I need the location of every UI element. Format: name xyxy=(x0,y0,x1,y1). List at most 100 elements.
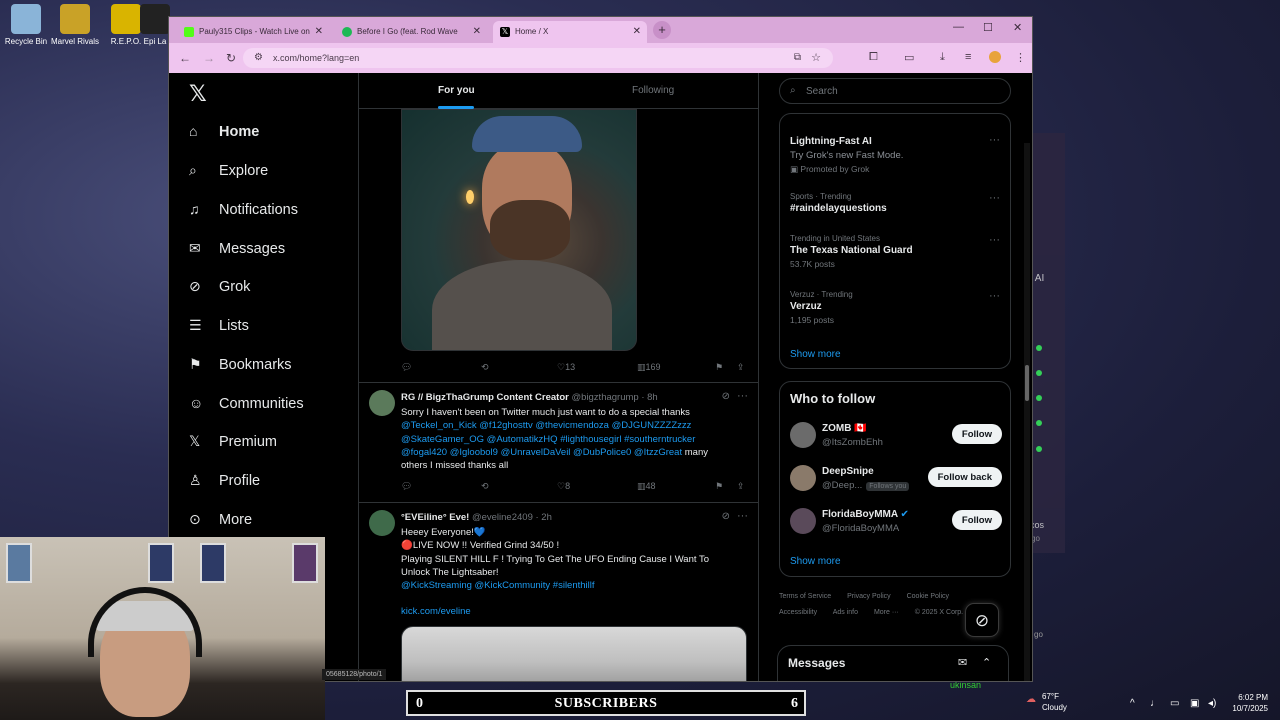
avatar[interactable] xyxy=(790,508,816,534)
tab-search-icon[interactable]: ▭ xyxy=(904,51,914,64)
promoted-icon: ▣ xyxy=(790,164,799,174)
bookmark-icon[interactable]: ⚑ xyxy=(715,481,723,492)
desktop-icon-marvel-rivals[interactable]: Marvel Rivals xyxy=(47,4,103,46)
views-button[interactable]: ▥ 48 xyxy=(637,481,656,492)
compose-message-icon[interactable]: ✉ xyxy=(958,656,967,669)
clock[interactable]: 6:02 PM 10/7/2025 xyxy=(1232,692,1268,714)
more-icon[interactable]: ··· xyxy=(737,510,748,522)
avatar[interactable] xyxy=(790,465,816,491)
forward-icon[interactable]: → xyxy=(203,51,215,65)
x-logo-icon: 𝕏 xyxy=(500,27,510,37)
people-icon: ☺ xyxy=(189,395,204,411)
follow-button[interactable]: Follow xyxy=(951,424,1002,444)
follow-suggestion[interactable]: DeepSnipe @Deep... Follows you Follow bac… xyxy=(790,465,1002,495)
repo-icon xyxy=(111,4,141,34)
avatar[interactable] xyxy=(369,510,395,536)
install-icon[interactable]: ⧉ xyxy=(794,52,801,63)
nav-grok[interactable]: ⊘ Grok xyxy=(189,278,250,308)
nav-home[interactable]: ⌂ Home xyxy=(189,123,259,153)
avatar[interactable] xyxy=(790,422,816,448)
reload-icon[interactable]: ↻ xyxy=(226,51,236,65)
messages-drawer[interactable]: Messages ✉ ⌃ xyxy=(777,645,1009,681)
reply-icon[interactable]: 💬︎ xyxy=(401,481,412,492)
follow-suggestion[interactable]: ZOMB 🇨🇦 @ItsZombEhh Follow xyxy=(790,422,1002,452)
network-icon[interactable]: ▣ xyxy=(1190,698,1199,709)
show-more-link[interactable]: Show more xyxy=(790,349,841,360)
media-icon[interactable]: ≡ xyxy=(965,51,971,63)
grok-icon[interactable]: ⊘ xyxy=(722,391,730,402)
site-info-icon[interactable]: ⚙ xyxy=(254,52,263,63)
more-icon[interactable]: ··· xyxy=(737,390,748,402)
minimize-icon[interactable]: — xyxy=(953,21,964,33)
menu-icon[interactable]: ⋮ xyxy=(1015,51,1026,64)
home-icon: ⌂ xyxy=(189,123,198,139)
url-field[interactable]: ⚙ x.com/home?lang=en ⧉ ☆ xyxy=(243,48,833,68)
repost-icon[interactable]: ⟲ xyxy=(481,362,489,373)
star-icon[interactable]: ☆ xyxy=(811,51,821,64)
tab-following[interactable]: Following xyxy=(632,85,674,96)
microphone-icon[interactable]: ♩ xyxy=(1150,698,1160,709)
post-image[interactable] xyxy=(401,626,747,681)
promoted-trend[interactable]: Lightning-Fast AI Try Grok's new Fast Mo… xyxy=(790,134,1000,175)
share-icon[interactable]: ⇪ xyxy=(737,481,745,492)
search-input[interactable]: ⌕ Search xyxy=(779,78,1011,104)
trend-item[interactable]: Sports · Trending #raindelayquestions ··… xyxy=(790,192,1000,214)
x-logo[interactable]: 𝕏 xyxy=(189,81,207,107)
close-icon[interactable]: ✕ xyxy=(633,26,641,37)
new-tab-button[interactable]: + xyxy=(653,21,671,39)
close-icon[interactable]: ✕ xyxy=(315,26,323,37)
nav-communities[interactable]: ☺ Communities xyxy=(189,395,304,425)
maximize-icon[interactable]: ☐ xyxy=(983,21,993,34)
more-icon[interactable]: ··· xyxy=(989,234,1000,246)
post-image[interactable] xyxy=(401,109,637,351)
tab-home-x[interactable]: 𝕏 Home / X ✕ xyxy=(493,21,647,43)
close-window-icon[interactable]: ✕ xyxy=(1013,21,1022,34)
bookmark-icon[interactable]: ⚑ xyxy=(715,362,723,373)
scrollbar[interactable] xyxy=(1024,143,1030,681)
show-more-link[interactable]: Show more xyxy=(790,556,841,567)
trend-item[interactable]: Trending in United States The Texas Nati… xyxy=(790,234,1000,269)
views-button[interactable]: ▥ 169 xyxy=(637,362,661,373)
nav-notifications[interactable]: ♫ Notifications xyxy=(189,201,298,231)
download-icon[interactable]: ⤓ xyxy=(940,51,945,64)
nav-explore[interactable]: ⌕ Explore xyxy=(189,162,268,192)
more-icon[interactable]: ··· xyxy=(989,290,1000,302)
keyboard-icon[interactable]: ▭ xyxy=(1170,698,1179,709)
more-icon[interactable]: ··· xyxy=(989,192,1000,204)
tab-for-you[interactable]: For you xyxy=(438,85,475,96)
desktop-icon-recycle-bin[interactable]: Recycle Bin xyxy=(0,4,54,46)
x-premium-icon: 𝕏 xyxy=(189,433,201,449)
expand-icon[interactable]: ⌃ xyxy=(982,656,991,669)
extensions-icon[interactable]: ⧠ xyxy=(869,51,878,64)
follow-suggestion[interactable]: FloridaBoyMMA ✔ @FloridaBoyMMA Follow xyxy=(790,508,1002,538)
follow-back-button[interactable]: Follow back xyxy=(927,467,1002,487)
volume-icon[interactable]: ◂) xyxy=(1208,698,1216,709)
repost-icon[interactable]: ⟲ xyxy=(481,481,489,492)
tab-spotify[interactable]: Before I Go (feat. Rod Wave ✕ xyxy=(335,21,487,43)
tab-kick[interactable]: Pauly315 Clips - Watch Live on ✕ xyxy=(177,21,329,43)
nav-lists[interactable]: ☰ Lists xyxy=(189,317,249,347)
desktop-icon-epic[interactable]: Epi La xyxy=(140,4,170,46)
nav-premium[interactable]: 𝕏 Premium xyxy=(189,433,277,463)
profile-avatar[interactable] xyxy=(989,51,1001,63)
more-icon[interactable]: ··· xyxy=(989,134,1000,146)
trend-item[interactable]: Verzuz · Trending Verzuz 1,195 posts ··· xyxy=(790,290,1000,325)
post-actions: 💬︎ ⟲ ♡ 13 ▥ 169 ⚑ ⇪ xyxy=(401,362,747,376)
grok-icon[interactable]: ⊘ xyxy=(722,511,730,522)
share-icon[interactable]: ⇪ xyxy=(737,362,745,373)
bell-icon: ♫ xyxy=(189,201,200,217)
nav-profile[interactable]: ♙ Profile xyxy=(189,472,260,502)
like-button[interactable]: ♡ 8 xyxy=(557,481,570,492)
weather-icon[interactable]: ☁ xyxy=(1026,694,1036,705)
reply-icon[interactable]: 💬︎ xyxy=(401,362,412,373)
grok-fab-button[interactable]: ⊘ xyxy=(965,603,999,637)
close-icon[interactable]: ✕ xyxy=(473,26,481,37)
nav-messages[interactable]: ✉ Messages xyxy=(189,240,285,270)
like-button[interactable]: ♡ 13 xyxy=(557,362,575,373)
back-icon[interactable]: ← xyxy=(179,51,191,65)
follow-button[interactable]: Follow xyxy=(951,510,1002,530)
avatar[interactable] xyxy=(369,390,395,416)
nav-bookmarks[interactable]: ⚑ Bookmarks xyxy=(189,356,292,386)
more-circle-icon: ⊙ xyxy=(189,511,201,527)
chevron-up-icon[interactable]: ^ xyxy=(1130,698,1135,709)
